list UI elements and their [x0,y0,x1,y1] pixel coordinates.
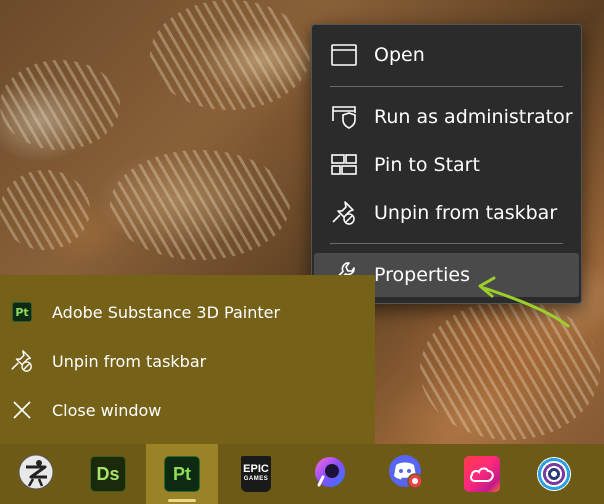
substance-designer-icon: Ds [90,456,126,492]
menu-item-label: Properties [374,264,471,286]
jump-list-label: Unpin from taskbar [52,351,207,371]
zbrush-icon [17,453,55,495]
menu-item-label: Pin to Start [374,154,480,176]
context-menu: Open Run as administrator Pin to Start U… [311,24,582,304]
taskbar-app-creative-cloud[interactable] [446,444,518,504]
fern-decoration [0,60,120,150]
taskbar-app-epic-games[interactable]: EPIC GAMES [220,444,292,504]
taskbar: Ds Pt EPIC GAMES [0,444,604,504]
taskbar-app-substance-designer[interactable]: Ds [72,444,144,504]
creative-cloud-icon [464,456,500,492]
discord-icon [387,453,425,495]
taskbar-app-ubisoft-connect[interactable] [518,444,590,504]
menu-item-label: Unpin from taskbar [374,202,558,224]
menu-item-open[interactable]: Open [314,33,579,77]
menu-item-label: Run as administrator [374,106,573,128]
fern-decoration [150,0,310,110]
substance-painter-icon: Pt [164,456,200,492]
unpin-icon [330,199,358,227]
unpin-icon [10,349,34,373]
epic-games-icon: EPIC GAMES [241,456,271,492]
menu-item-run-as-administrator[interactable]: Run as administrator [314,95,579,139]
menu-separator [330,243,563,244]
substance-painter-icon: Pt [10,300,34,324]
taskbar-jump-list: Pt Adobe Substance 3D Painter Unpin from… [0,275,375,444]
taskbar-app-zbrush[interactable] [0,444,72,504]
jump-list-label: Adobe Substance 3D Painter [52,302,281,322]
menu-item-unpin-from-taskbar[interactable]: Unpin from taskbar [314,191,579,235]
shield-window-icon [330,103,358,131]
pin-start-icon [330,151,358,179]
ubisoft-connect-icon [537,457,571,491]
taskbar-app-substance-painter[interactable]: Pt [146,444,218,504]
window-icon [330,41,358,69]
fern-decoration [0,170,90,250]
close-icon [10,398,34,422]
fern-decoration [110,150,290,260]
jump-list-item-unpin[interactable]: Unpin from taskbar [0,339,375,383]
annotation-arrow [478,276,570,328]
jump-list-item-app[interactable]: Pt Adobe Substance 3D Painter [0,290,375,334]
taskbar-app-discord[interactable] [370,444,442,504]
copilot-icon [313,455,347,493]
taskbar-app-copilot[interactable] [294,444,366,504]
menu-item-pin-to-start[interactable]: Pin to Start [314,143,579,187]
menu-separator [330,86,563,87]
menu-item-label: Open [374,44,425,66]
jump-list-label: Close window [52,400,162,420]
jump-list-item-close[interactable]: Close window [0,388,375,432]
